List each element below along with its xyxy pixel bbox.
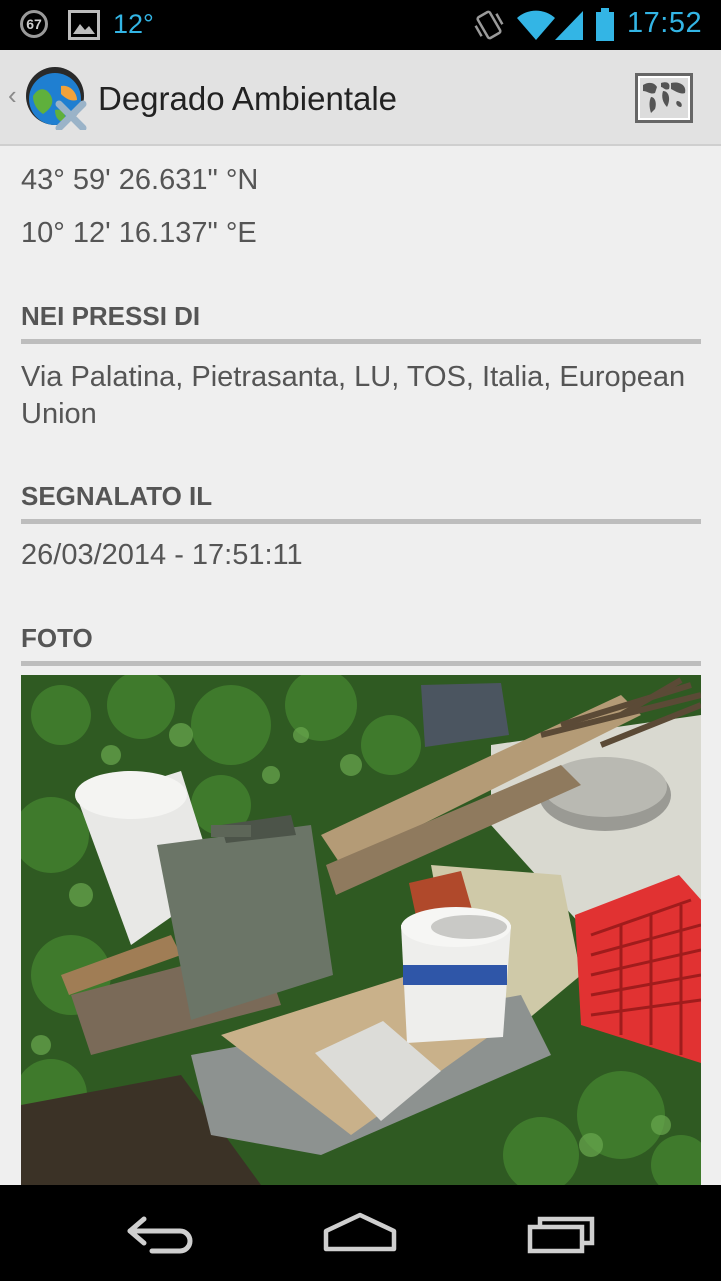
- battery-icon: [596, 8, 614, 41]
- status-bar: 67 12° 17:52: [0, 0, 721, 50]
- temperature-text: 12°: [113, 9, 154, 39]
- clock: 17:52: [627, 7, 703, 39]
- section-heading-photo: FOTO: [21, 623, 701, 666]
- reported-datetime: 26/03/2014 - 17:51:11: [21, 539, 303, 571]
- signal-icon: [555, 11, 583, 40]
- home-icon[interactable]: [322, 1211, 398, 1255]
- gallery-icon: [68, 10, 100, 40]
- section-heading-nearby: NEI PRESSI DI: [21, 301, 701, 344]
- world-map-icon[interactable]: [635, 73, 693, 123]
- vibrate-icon: [474, 10, 504, 40]
- navigation-bar: [0, 1185, 721, 1281]
- up-indicator-icon[interactable]: ‹: [8, 80, 17, 111]
- nearby-address: Via Palatina, Pietrasanta, LU, TOS, Ital…: [21, 361, 686, 430]
- section-heading-reported: SEGNALATO IL: [21, 481, 701, 524]
- globe-logo-icon[interactable]: [25, 66, 89, 130]
- action-bar: ‹ Degrado Ambientale: [0, 50, 721, 146]
- recent-apps-icon[interactable]: [526, 1211, 598, 1255]
- longitude-text: 10° 12' 16.137" °E: [21, 217, 257, 249]
- wifi-icon: [517, 10, 555, 40]
- latitude-text: 43° 59' 26.631" °N: [21, 164, 259, 196]
- report-photo[interactable]: [21, 675, 701, 1185]
- page-title: Degrado Ambientale: [98, 80, 398, 117]
- notification-badge: 67: [20, 10, 48, 38]
- back-icon[interactable]: [124, 1211, 196, 1255]
